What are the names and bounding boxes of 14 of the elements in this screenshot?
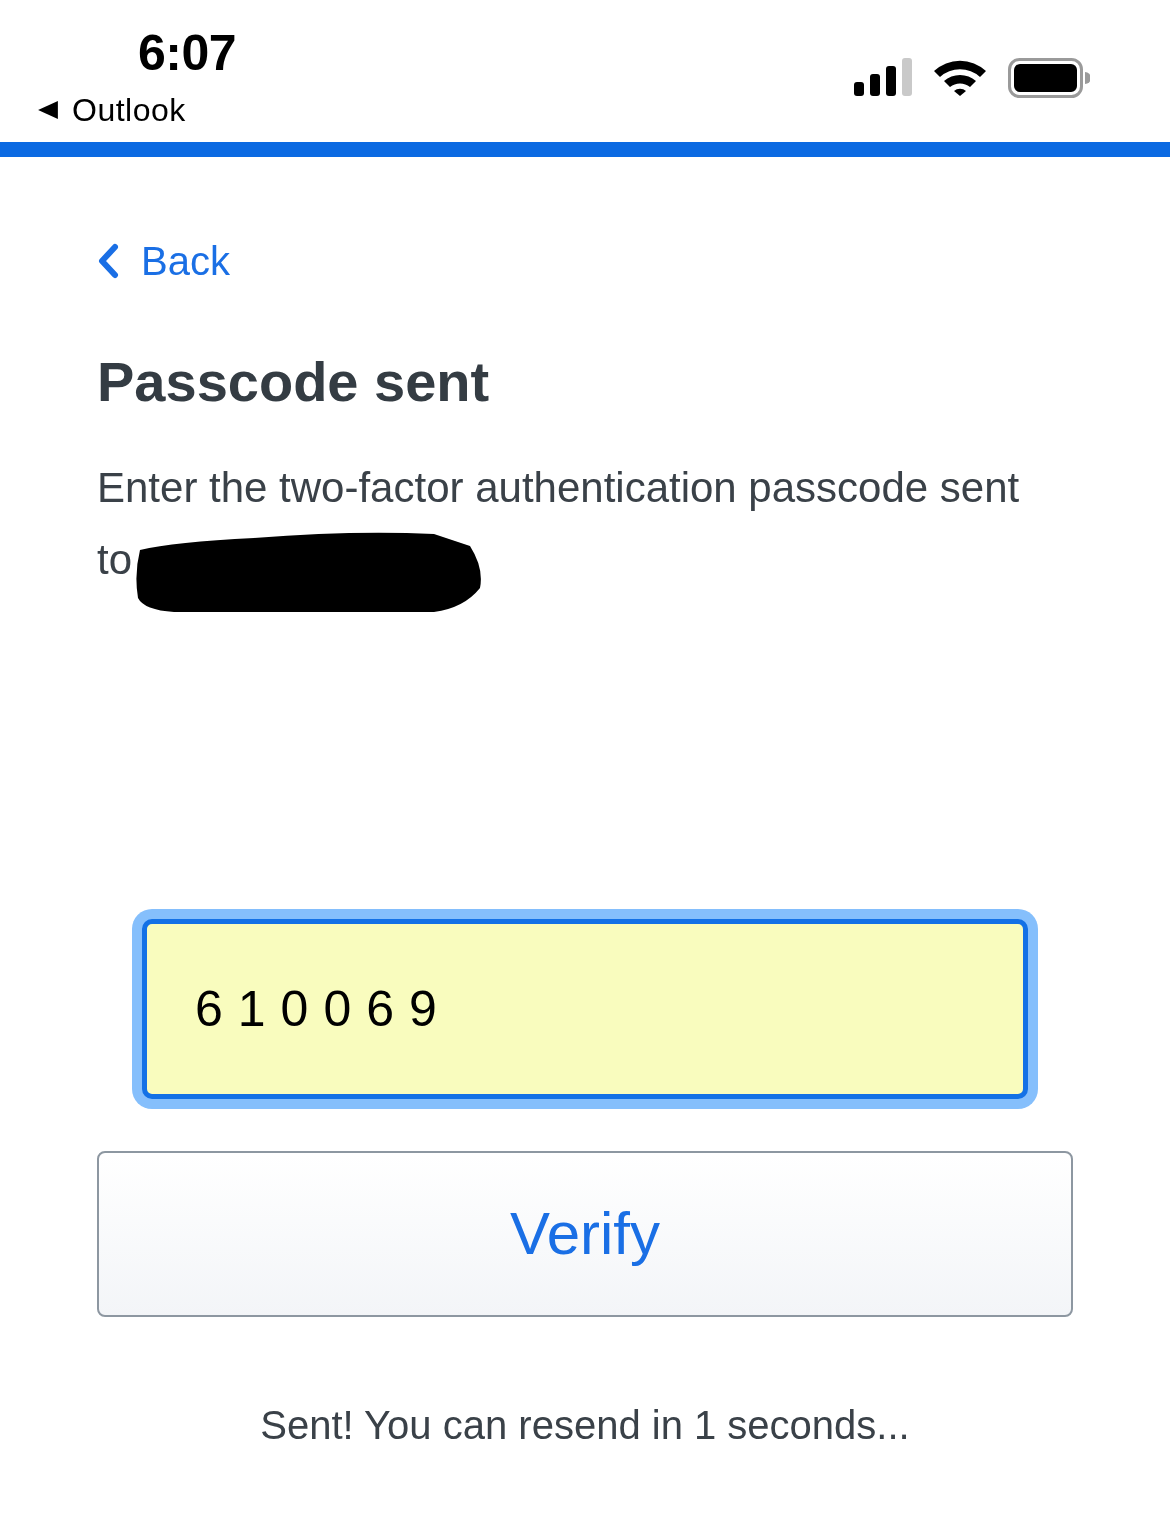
- chevron-left-icon: [97, 243, 119, 279]
- wifi-icon: [934, 58, 986, 96]
- instruction-text: Enter the two-factor authentication passcode sent: [97, 463, 1021, 513]
- battery-icon: [1008, 58, 1090, 98]
- page-title: Passcode sent: [97, 349, 491, 415]
- signal-icon: [854, 58, 912, 96]
- passcode-field[interactable]: 610069: [142, 919, 1028, 1099]
- resend-message: Sent! You can resend in 1 seconds...: [259, 1402, 911, 1449]
- verify-button[interactable]: Verify: [97, 1151, 1073, 1317]
- back-to-app-link[interactable]: Outlook: [38, 94, 186, 126]
- clock-time: 6:07: [138, 28, 237, 78]
- triangle-icon: [38, 101, 58, 119]
- instruction-text: to: [97, 535, 133, 585]
- back-link[interactable]: Back: [97, 237, 230, 285]
